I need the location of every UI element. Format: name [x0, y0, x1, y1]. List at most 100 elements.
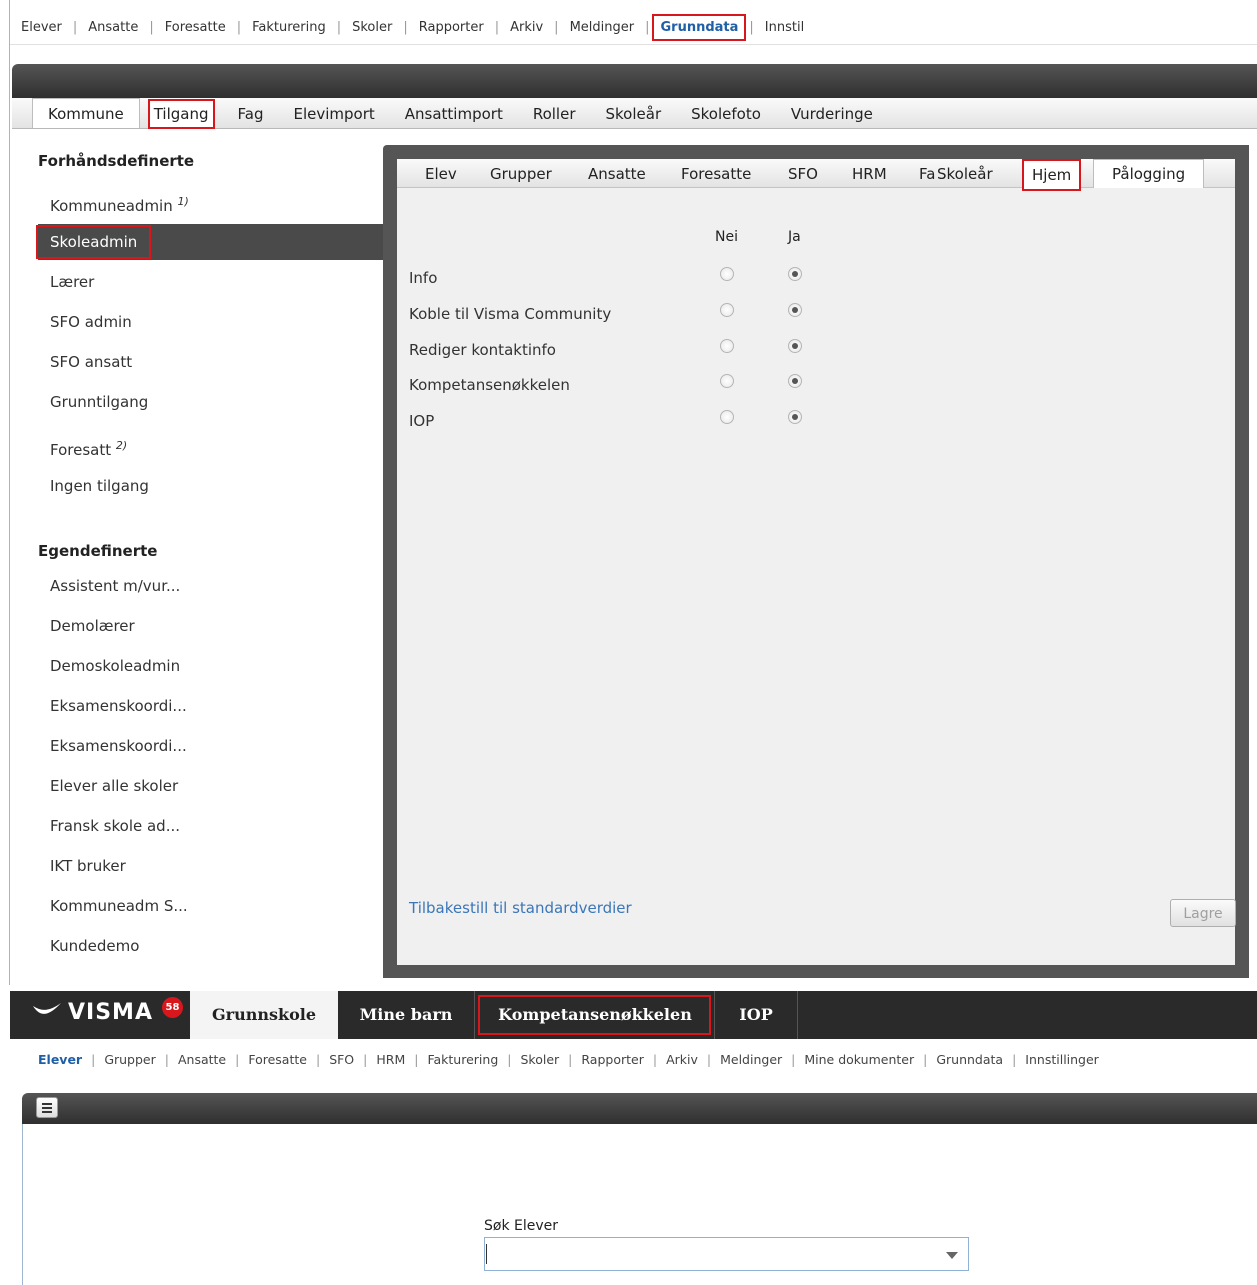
perm-kontaktinfo-ja-radio[interactable] [788, 339, 802, 353]
role-label: Skoleadmin [35, 225, 152, 259]
app-tab-grunnskole[interactable]: Grunnskole [190, 991, 338, 1039]
nav-skoler[interactable]: Skoler [341, 20, 403, 35]
custom-heading: Egendefinerte [38, 542, 158, 560]
role-ingen-tilgang[interactable]: Ingen tilgang [50, 468, 149, 504]
custom-role[interactable]: Elever alle skoler [50, 768, 178, 804]
nav-arkiv[interactable]: Arkiv [499, 20, 554, 35]
tab-skolear[interactable]: Skoleår [937, 165, 993, 183]
tab-palogging[interactable]: Pålogging [1093, 159, 1205, 188]
role-label: Foresatt [50, 441, 112, 459]
chevron-down-icon[interactable] [946, 1252, 958, 1259]
tab-kommune[interactable]: Kommune [32, 98, 140, 128]
subnav-meldinger[interactable]: Meldinger [711, 1052, 791, 1067]
role-note: 2) [115, 439, 128, 452]
sub-nav: Elever | Grupper | Ansatte | Foresatte | SFO… [10, 1047, 1257, 1071]
col-nei: Nei [715, 229, 738, 245]
role-label: Kommuneadmin [50, 197, 173, 215]
role-foresatt[interactable]: Foresatt 2) [50, 428, 127, 464]
perm-community-ja-radio[interactable] [788, 303, 802, 317]
perm-info-label: Info [409, 269, 438, 287]
tab-grupper[interactable]: Grupper [490, 165, 552, 183]
nav-foresatte[interactable]: Foresatte [154, 20, 237, 35]
tab-skolear[interactable]: Skoleår [591, 105, 677, 128]
save-button[interactable]: Lagre [1170, 899, 1236, 927]
app-tab-iop[interactable]: IOP [714, 991, 798, 1039]
custom-role[interactable]: Kommuneadm S... [50, 888, 188, 924]
role-kommuneadmin[interactable]: Kommuneadmin 1) [50, 184, 189, 220]
custom-role[interactable]: IKT bruker [50, 848, 126, 884]
role-list: Forhåndsdefinerte Kommuneadmin 1) Skolea… [10, 140, 384, 985]
menu-icon[interactable] [36, 1097, 58, 1118]
tab-vurderinger[interactable]: Vurderinge [776, 105, 888, 128]
subnav-skoler[interactable]: Skoler [511, 1052, 568, 1067]
app-tab-kompetansenokkelen[interactable]: Kompetansenøkkelen [474, 991, 715, 1039]
custom-role[interactable]: Demoskoleadmin [50, 648, 180, 684]
perm-kompetanse-nei-radio[interactable] [720, 374, 734, 388]
student-search-select[interactable] [484, 1237, 969, 1271]
tab-skolefoto[interactable]: Skolefoto [676, 105, 776, 128]
role-skoleadmin[interactable]: Skoleadmin [35, 224, 384, 260]
perm-iop-label: IOP [409, 412, 435, 430]
subnav-ansatte[interactable]: Ansatte [169, 1052, 235, 1067]
custom-role[interactable]: Eksamenskoordi... [50, 688, 187, 724]
subnav-hrm[interactable]: HRM [367, 1052, 414, 1067]
role-grunntilgang[interactable]: Grunntilgang [50, 384, 148, 420]
tab-sfo[interactable]: SFO [788, 165, 818, 183]
custom-role[interactable]: Demolærer [50, 608, 135, 644]
perm-iop-nei-radio[interactable] [720, 410, 734, 424]
subnav-arkiv[interactable]: Arkiv [657, 1052, 707, 1067]
subnav-grunndata[interactable]: Grunndata [927, 1052, 1012, 1067]
nav-innstillinger[interactable]: Innstil [754, 20, 815, 35]
perm-kompetanse-label: Kompetansenøkkelen [409, 376, 570, 394]
custom-role[interactable]: Fransk skole ad... [50, 808, 180, 844]
app-tab-mine-barn[interactable]: Mine barn [338, 991, 474, 1039]
visma-logo[interactable]: VISMA [32, 1000, 153, 1025]
tab-elevimport[interactable]: Elevimport [278, 105, 389, 128]
permissions-frame: Elev Grupper Ansatte Foresatte SFO HRM F… [383, 145, 1249, 978]
nav-ansatte[interactable]: Ansatte [77, 20, 149, 35]
permission-tabs: Elev Grupper Ansatte Foresatte SFO HRM F… [397, 159, 1235, 191]
custom-role[interactable]: Eksamenskoordi... [50, 728, 187, 764]
tab-hrm[interactable]: HRM [852, 165, 887, 183]
tab-roller[interactable]: Roller [518, 105, 591, 128]
nav-elever[interactable]: Elever [10, 20, 73, 35]
subnav-rapporter[interactable]: Rapporter [572, 1052, 652, 1067]
role-note: 1) [177, 195, 189, 208]
subnav-innstillinger[interactable]: Innstillinger [1016, 1052, 1108, 1067]
custom-role[interactable]: Assistent m/vur... [50, 568, 180, 604]
subnav-foresatte[interactable]: Foresatte [239, 1052, 316, 1067]
subnav-sfo[interactable]: SFO [320, 1052, 363, 1067]
subnav-grupper[interactable]: Grupper [95, 1052, 164, 1067]
tab-fag[interactable]: Fag [223, 105, 279, 128]
custom-role[interactable]: Kundedemo [50, 928, 139, 964]
tab-tilgang[interactable]: Tilgang [147, 99, 215, 129]
tab-ansatte[interactable]: Ansatte [588, 165, 646, 183]
subnav-fakturering[interactable]: Fakturering [418, 1052, 507, 1067]
reset-defaults-link[interactable]: Tilbakestill til standardverdier [409, 899, 632, 917]
nav-meldinger[interactable]: Meldinger [559, 20, 646, 35]
tab-elev[interactable]: Elev [425, 165, 457, 183]
admin-tabs: Kommune Tilgang Fag Elevimport Ansattimp… [12, 98, 1257, 129]
subnav-mine-dokumenter[interactable]: Mine dokumenter [795, 1052, 923, 1067]
perm-kompetanse-ja-radio[interactable] [788, 374, 802, 388]
notification-badge[interactable]: 58 [162, 997, 183, 1018]
perm-info-ja-radio[interactable] [788, 267, 802, 281]
search-label: Søk Elever [484, 1218, 559, 1234]
col-ja: Ja [788, 229, 801, 245]
perm-info-nei-radio[interactable] [720, 267, 734, 281]
tab-foresatte[interactable]: Foresatte [681, 165, 751, 183]
role-sfo-ansatt[interactable]: SFO ansatt [50, 344, 132, 380]
tab-fa[interactable]: Fa [919, 165, 935, 183]
nav-rapporter[interactable]: Rapporter [408, 20, 495, 35]
perm-iop-ja-radio[interactable] [788, 410, 802, 424]
subnav-elever[interactable]: Elever [10, 1052, 91, 1067]
nav-fakturering[interactable]: Fakturering [241, 20, 337, 35]
nav-grunndata[interactable]: Grunndata [652, 13, 747, 41]
perm-community-nei-radio[interactable] [720, 303, 734, 317]
permissions-panel: Elev Grupper Ansatte Foresatte SFO HRM F… [397, 159, 1236, 965]
role-sfo-admin[interactable]: SFO admin [50, 304, 132, 340]
perm-kontaktinfo-nei-radio[interactable] [720, 339, 734, 353]
role-laerer[interactable]: Lærer [50, 264, 94, 300]
tab-hjem[interactable]: Hjem [1022, 159, 1082, 191]
tab-ansattimport[interactable]: Ansattimport [390, 105, 518, 128]
